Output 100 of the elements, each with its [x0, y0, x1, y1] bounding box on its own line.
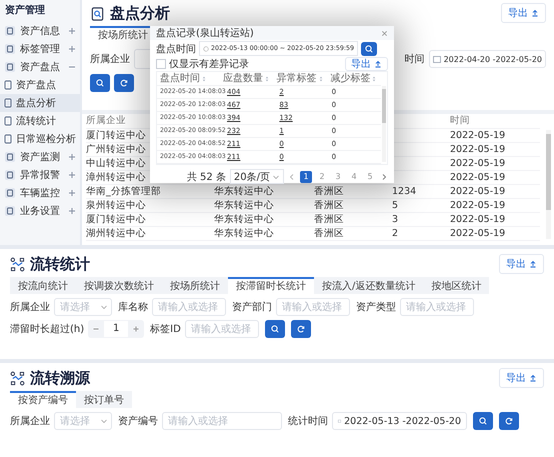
filter-label: 标签ID — [150, 322, 181, 336]
document-icon — [4, 61, 16, 73]
total-count: 共 52 条 — [186, 170, 226, 184]
menu-item[interactable]: 标签管理 — [0, 40, 80, 58]
search-button[interactable] — [473, 412, 493, 430]
document-icon — [4, 169, 16, 181]
tab[interactable]: 按滞留时长统计 — [228, 277, 314, 294]
caret-icon — [100, 417, 108, 425]
time-label: 盘点时间 — [156, 42, 196, 56]
scrollbar[interactable] — [546, 130, 551, 239]
tab[interactable]: 按地区统计 — [423, 277, 490, 294]
date-range-field[interactable]: 2022-05-13 -2022-05-20 — [332, 412, 467, 430]
caret-icon — [272, 172, 280, 180]
table-cell: 漳州转运中心 — [86, 172, 146, 183]
filter-label: 库名称 — [118, 300, 148, 314]
refresh-icon — [504, 416, 514, 426]
upload-icon — [529, 374, 537, 382]
submenu-item[interactable]: 日常巡检分析 — [0, 130, 80, 148]
menu-item[interactable]: 车辆监控 — [0, 184, 80, 202]
sort-icon — [372, 76, 376, 82]
table-cell: 3 — [392, 214, 398, 225]
filter-label: 资产部门 — [232, 300, 272, 314]
table-cell: 华东转运中心 — [214, 200, 274, 211]
table-cell: 华南_分拣管理部 — [86, 186, 161, 197]
column-header: 时间 — [450, 114, 471, 128]
column-header[interactable]: 应盘数量 — [220, 72, 274, 85]
menu-item[interactable]: 资产监测 — [0, 148, 80, 166]
tab[interactable]: 按资产编号 — [10, 391, 76, 408]
menu-item[interactable]: 异常报警 — [0, 166, 80, 184]
sort-icon — [265, 76, 270, 82]
reset-button[interactable] — [114, 74, 134, 92]
menu-item[interactable]: 资产信息 — [0, 22, 80, 40]
reset-button[interactable] — [499, 412, 519, 430]
table-cell-text: 2022-05-19 — [450, 213, 506, 226]
document-icon — [4, 187, 16, 199]
flow-icon — [10, 256, 25, 272]
table-cell: 香洲区 — [314, 200, 344, 211]
column-header[interactable]: 减少标签 — [327, 72, 381, 85]
page-title: 流转统计 — [30, 254, 90, 274]
sort-icon — [202, 76, 206, 82]
menu-item[interactable]: 业务设置 — [0, 202, 80, 220]
page-button[interactable]: 1 — [300, 170, 312, 182]
export-button[interactable]: 导出 — [499, 368, 544, 388]
submenu-item[interactable]: 盘点分析 — [0, 94, 80, 112]
page-title: 流转溯源 — [30, 368, 90, 388]
table-cell-text: 2022-05-19 — [450, 227, 506, 240]
page-title: 盘点分析 — [110, 4, 170, 22]
table-cell: 香洲区 — [314, 214, 344, 225]
filter-label: 滞留时长超过(h) — [10, 322, 84, 336]
refresh-icon — [296, 324, 306, 334]
table-cell-text: 2022-05-19 — [450, 157, 506, 170]
menu-item[interactable]: 资产盘点 — [0, 58, 80, 76]
submenu-item[interactable]: 流转统计 — [0, 112, 80, 130]
scrollbar[interactable] — [382, 86, 386, 162]
tab[interactable]: 按流向统计 — [10, 277, 76, 294]
search-button[interactable] — [264, 320, 285, 338]
search-icon — [270, 324, 280, 334]
flow-icon — [10, 370, 25, 386]
upload-icon — [531, 9, 539, 17]
table-cell: 华东转运中心 — [214, 186, 274, 197]
refresh-icon — [119, 78, 129, 88]
search-icon — [478, 416, 488, 426]
close-icon[interactable] — [381, 30, 388, 36]
export-button[interactable]: 导出 — [345, 57, 388, 71]
tab[interactable]: 按订单号 — [76, 391, 132, 408]
table-cell-text: 2022-05-19 — [450, 143, 506, 156]
caret-icon — [100, 303, 108, 311]
clipboard-icon — [90, 6, 105, 20]
date-range-field[interactable]: 2022-04-20 -2022-05-20 — [428, 50, 546, 68]
sort-icon — [318, 76, 323, 82]
export-button[interactable]: 导出 — [499, 254, 544, 274]
dialog-title: 盘点记录(泉山转运站) — [156, 26, 254, 40]
tab[interactable]: 按调拨次数统计 — [76, 277, 162, 294]
table-cell: 厦门转运中心 — [86, 130, 146, 141]
search-button[interactable] — [361, 42, 378, 56]
search-icon — [364, 44, 374, 54]
tab[interactable]: 按场所统计 — [162, 277, 228, 294]
filter-label: 资产类型 — [356, 300, 396, 314]
export-button[interactable]: 导出 — [501, 3, 546, 23]
search-button[interactable] — [90, 74, 110, 92]
next-page-icon[interactable] — [380, 172, 388, 180]
table-cell-text: 2022-05-19 — [450, 199, 506, 212]
column-header: 所属企业 — [86, 115, 126, 126]
previous-page-icon[interactable] — [288, 172, 296, 180]
clock-icon — [203, 46, 209, 52]
tab[interactable]: 按流入/返还数量统计 — [314, 277, 424, 294]
reset-button[interactable] — [290, 320, 311, 338]
table-cell: 泉州转运中心 — [86, 200, 146, 211]
column-header[interactable]: 盘点时间 — [157, 72, 220, 85]
table-cell: 广州转运中心 — [86, 144, 146, 155]
page-size-select[interactable]: 20条/页 — [230, 169, 284, 184]
submenu-item[interactable]: 资产盘点 — [0, 76, 80, 94]
table-cell: 湖州转运中心 — [86, 228, 146, 239]
sidebar-title: 资产管理 — [4, 4, 46, 18]
checkbox[interactable] — [156, 59, 166, 69]
filter-label: 统计时间 — [288, 414, 328, 428]
document-icon — [4, 151, 16, 163]
table-cell: 1234 — [392, 186, 416, 197]
number-field[interactable]: 1 — [104, 321, 128, 337]
column-header[interactable]: 异常标签 — [274, 72, 328, 85]
